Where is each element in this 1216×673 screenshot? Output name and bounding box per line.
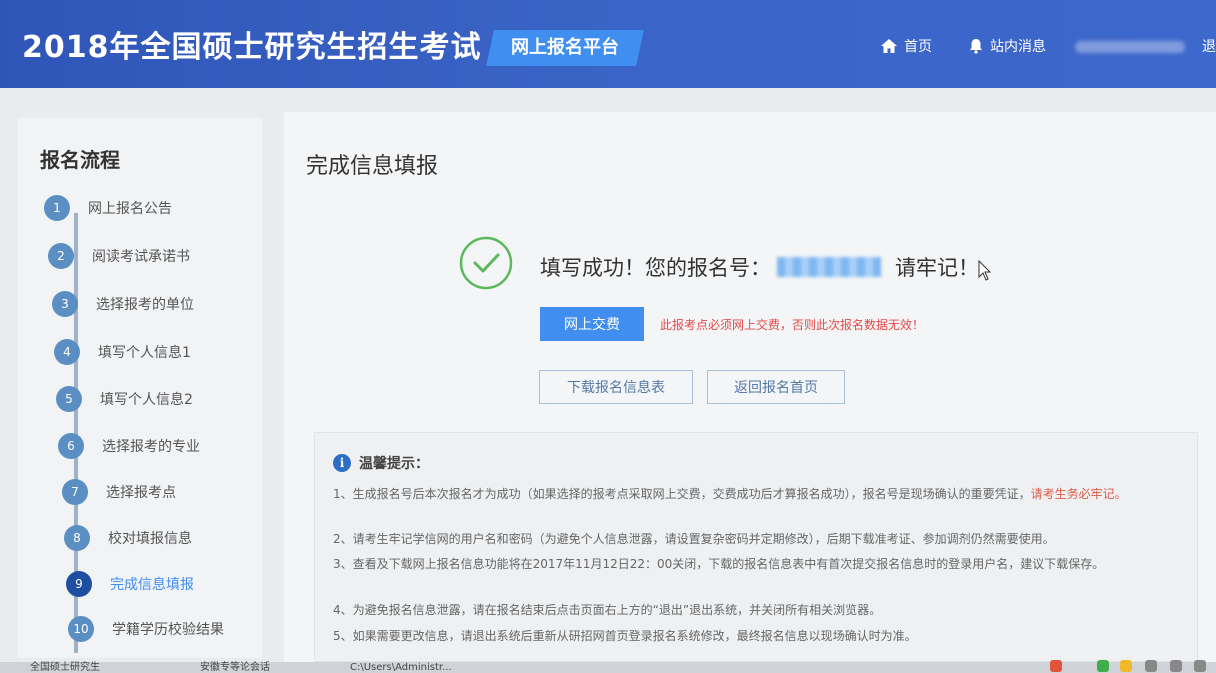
step-item[interactable]: 10 学籍学历校验结果	[68, 616, 224, 642]
success-prefix: 填写成功！您的报名号：	[540, 256, 771, 280]
tray-app-icon[interactable]	[1050, 660, 1062, 672]
taskbar-item[interactable]: 全国硕士研究生	[30, 662, 100, 673]
tip-item: 5、如果需要更改信息，请退出系统后重新从研招网首页登录报名系统修改，最终报名信息…	[333, 629, 917, 643]
step-label: 校对填报信息	[108, 531, 192, 547]
step-item-current[interactable]: 9 完成信息填报	[66, 571, 194, 597]
platform-label: 网上报名平台	[511, 37, 619, 58]
step-number: 5	[56, 386, 82, 412]
step-number: 9	[66, 571, 92, 597]
platform-badge: 网上报名平台	[486, 30, 644, 66]
download-info-button[interactable]: 下载报名信息表	[539, 370, 693, 404]
main-panel: 完成信息填报 填写成功！您的报名号： 请牢记！ 网上交费 此报考点必须网上交费，…	[284, 112, 1216, 662]
tray-app-icon[interactable]	[1097, 660, 1109, 672]
step-number: 3	[52, 291, 78, 317]
tip-item: 4、为避免报名信息泄露，请在报名结束后点击页面右上方的“退出”退出系统，并关闭所…	[333, 603, 882, 617]
step-number: 7	[62, 479, 88, 505]
tips-box: i 温馨提示： 1、生成报名号后本次报名才为成功（如果选择的报考点采取网上交费，…	[314, 432, 1198, 662]
tray-app-icon[interactable]	[1194, 660, 1206, 672]
nav-home-link[interactable]: 首页	[880, 36, 932, 56]
step-item[interactable]: 1 网上报名公告	[44, 195, 172, 221]
home-icon	[881, 39, 897, 53]
step-number: 2	[48, 243, 74, 269]
tray-app-icon[interactable]	[1145, 660, 1157, 672]
step-number: 6	[58, 433, 84, 459]
step-label: 选择报考的专业	[102, 439, 200, 455]
tip-item: 2、请考生牢记学信网的用户名和密码（为避免个人信息泄露，请设置复杂密码并定期修改…	[333, 532, 1055, 546]
tips-header: i 温馨提示：	[333, 453, 429, 473]
registration-number-redacted	[777, 257, 881, 277]
bell-icon	[970, 39, 982, 54]
nav-logout-link[interactable]: 退	[1202, 36, 1216, 56]
step-number: 1	[44, 195, 70, 221]
sidebar: 报名流程 1 网上报名公告 2 阅读考试承诺书 3 选择报考的单位 4 填写个人…	[18, 118, 262, 658]
step-label: 阅读考试承诺书	[92, 249, 190, 265]
sidebar-title: 报名流程	[40, 148, 120, 172]
step-item[interactable]: 7 选择报考点	[62, 479, 176, 505]
step-label: 学籍学历校验结果	[112, 622, 224, 638]
nav-messages-label: 站内消息	[990, 39, 1046, 55]
online-payment-button[interactable]: 网上交费	[540, 307, 644, 341]
tip-item: 3、查看及下载网上报名信息功能将在2017年11月12日22：00关闭，下载的报…	[333, 557, 1105, 571]
taskbar-item[interactable]: 安徽专等论会话	[200, 662, 270, 673]
mouse-cursor-icon	[978, 260, 992, 281]
tip-emphasis: 请考生务必牢记。	[1030, 487, 1127, 501]
nav-messages-link[interactable]: 站内消息	[968, 36, 1046, 56]
step-label: 选择报考点	[106, 485, 176, 501]
check-circle-icon	[459, 236, 513, 290]
step-number: 10	[68, 616, 94, 642]
step-label: 选择报考的单位	[96, 297, 194, 313]
step-label: 填写个人信息2	[100, 392, 193, 408]
taskbar-item[interactable]: C:\Users\Administr...	[350, 662, 452, 673]
step-label: 网上报名公告	[88, 201, 172, 217]
step-number: 4	[54, 339, 80, 365]
success-suffix: 请牢记！	[895, 256, 979, 280]
site-title: 2018年全国硕士研究生招生考试	[22, 30, 482, 65]
user-name-redacted[interactable]	[1075, 41, 1185, 53]
step-number: 8	[64, 525, 90, 551]
back-home-button[interactable]: 返回报名首页	[707, 370, 845, 404]
step-label: 填写个人信息1	[98, 345, 191, 361]
step-item[interactable]: 5 填写个人信息2	[56, 386, 193, 412]
tip-item: 1、生成报名号后本次报名才为成功（如果选择的报考点采取网上交费，交费成功后才算报…	[333, 483, 1179, 505]
step-item[interactable]: 3 选择报考的单位	[52, 291, 194, 317]
header-bar: 2018年全国硕士研究生招生考试 网上报名平台 首页 站内消息 退	[0, 0, 1216, 88]
tips-title: 温馨提示：	[359, 456, 429, 472]
payment-warning: 此报考点必须网上交费，否则此次报名数据无效！	[660, 318, 925, 332]
success-message: 填写成功！您的报名号： 请牢记！	[540, 252, 979, 282]
nav-home-label: 首页	[904, 39, 932, 55]
tray-app-icon[interactable]	[1170, 660, 1182, 672]
tip-text: 1、生成报名号后本次报名才为成功（如果选择的报考点采取网上交费，交费成功后才算报…	[333, 487, 1031, 501]
tray-app-icon[interactable]	[1120, 660, 1132, 672]
step-item[interactable]: 8 校对填报信息	[64, 525, 192, 551]
step-label: 完成信息填报	[110, 577, 194, 593]
os-taskbar	[0, 662, 1216, 673]
step-item[interactable]: 2 阅读考试承诺书	[48, 243, 190, 269]
info-icon: i	[333, 454, 351, 472]
step-item[interactable]: 4 填写个人信息1	[54, 339, 191, 365]
page-title: 完成信息填报	[306, 154, 439, 179]
step-item[interactable]: 6 选择报考的专业	[58, 433, 200, 459]
